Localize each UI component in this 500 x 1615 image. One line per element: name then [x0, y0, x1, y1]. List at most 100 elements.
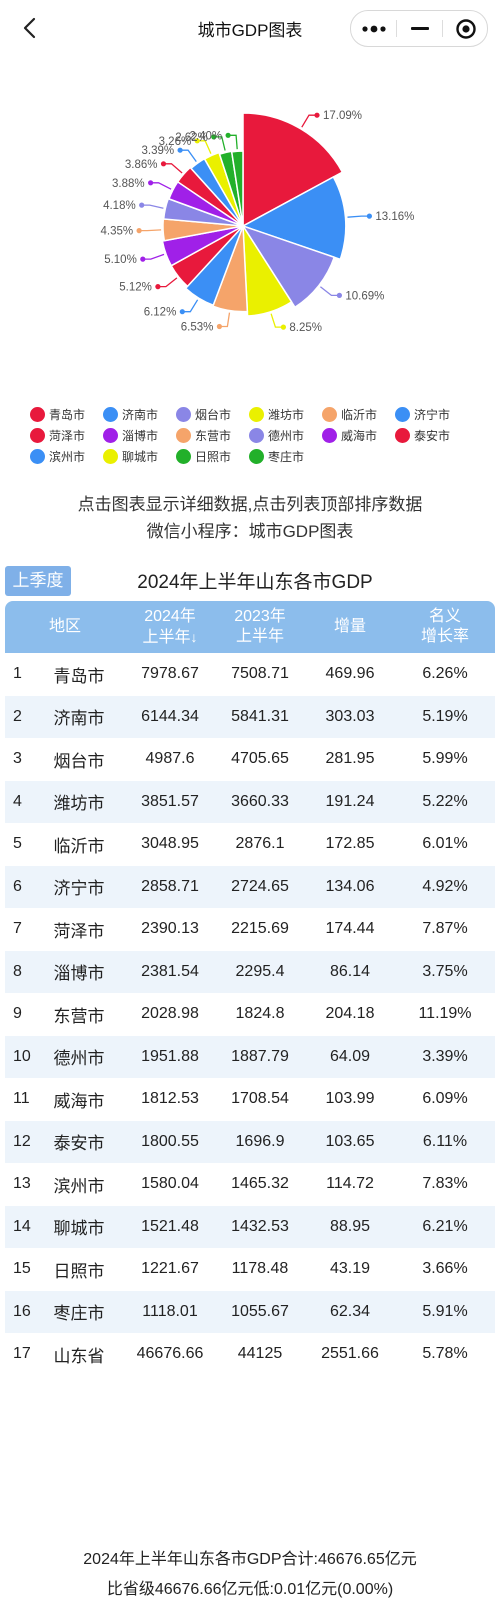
legend-item[interactable]: 德州市 [249, 427, 322, 444]
header-region-label: 地区 [48, 618, 81, 635]
legend-item[interactable]: 泰安市 [395, 427, 468, 444]
cell-city: 济宁市 [53, 879, 105, 899]
table-row[interactable]: 17 山东省 46676.66 44125 2551.66 5.78% [5, 1333, 495, 1376]
table-row[interactable]: 2 济南市 6144.34 5841.31 303.03 5.19% [5, 695, 495, 738]
previous-quarter-button[interactable]: 上季度 [5, 566, 71, 596]
header-2024[interactable]: 2024年 上半年↓ [125, 601, 215, 653]
leader-line [139, 229, 162, 232]
table-row[interactable]: 15 日照市 1221.67 1178.48 43.19 3.66% [5, 1248, 495, 1291]
cell-rate: 7.87% [422, 920, 468, 938]
legend-label: 东营市 [195, 429, 232, 443]
close-target-icon[interactable] [443, 11, 488, 46]
legend-item[interactable]: 东营市 [176, 427, 249, 444]
table-row[interactable]: 10 德州市 1951.88 1887.79 64.09 3.39% [5, 1035, 495, 1078]
legend-item[interactable]: 潍坊市 [249, 406, 322, 423]
cell-city: 威海市 [53, 1091, 105, 1111]
table-row[interactable]: 1 青岛市 7978.67 7508.71 469.96 6.26% [5, 653, 495, 696]
cell-rank: 9 [13, 1005, 22, 1023]
cell-city: 泰安市 [53, 1134, 105, 1154]
table-row[interactable]: 16 枣庄市 1118.01 1055.67 62.34 5.91% [5, 1290, 495, 1333]
legend-swatch [103, 428, 118, 443]
table-row[interactable]: 14 聊城市 1521.48 1432.53 88.95 6.21% [5, 1205, 495, 1248]
leader-dot [148, 180, 154, 186]
slice-label: 3.86% [125, 159, 158, 171]
legend-item[interactable]: 威海市 [322, 427, 395, 444]
page: 城市GDP图表 17.09% 13.16% 10.69% 8.25% 6.53% 6.12… [0, 0, 500, 1615]
header-2023-line1: 2023年 [234, 608, 286, 625]
leader-line [182, 299, 199, 313]
leader-line [142, 253, 165, 260]
more-icon[interactable] [351, 11, 396, 46]
table-row[interactable]: 7 菏泽市 2390.13 2215.69 174.44 7.87% [5, 908, 495, 951]
table-row[interactable]: 13 滨州市 1580.04 1465.32 114.72 7.83% [5, 1163, 495, 1206]
slice-label: 3.88% [112, 178, 145, 190]
cell-city: 山东省 [53, 1346, 105, 1366]
header-2023[interactable]: 2023年 上半年 [215, 601, 305, 653]
minimize-icon[interactable] [397, 11, 442, 46]
legend-label: 青岛市 [49, 408, 86, 422]
leader-dot [139, 202, 145, 208]
cell-v2024: 7978.67 [141, 665, 199, 683]
legend-item[interactable]: 枣庄市 [249, 448, 322, 465]
table-row[interactable]: 11 威海市 1812.53 1708.54 103.99 6.09% [5, 1078, 495, 1121]
legend-label: 淄博市 [122, 429, 159, 443]
leader-dot [314, 112, 320, 118]
legend-item[interactable]: 临沂市 [322, 406, 395, 423]
leader-line [319, 286, 340, 297]
cell-inc: 64.09 [329, 1047, 371, 1065]
cell-v2023: 1055.67 [231, 1302, 289, 1320]
cell-v2024: 1951.88 [141, 1047, 199, 1065]
header-region[interactable]: 地区 [5, 601, 125, 653]
cell-v2023: 2215.69 [231, 920, 289, 938]
table-row[interactable]: 4 潍坊市 3851.57 3660.33 191.24 5.22% [5, 780, 495, 823]
cell-rank: 6 [13, 877, 22, 895]
cell-city: 滨州市 [53, 1176, 105, 1196]
cell-v2023: 5841.31 [231, 707, 289, 725]
legend-item[interactable]: 青岛市 [30, 406, 103, 423]
cell-rank: 15 [13, 1260, 31, 1278]
cell-v2024: 3048.95 [141, 835, 199, 853]
header-growth-rate[interactable]: 名义 增长率 [395, 601, 495, 653]
header-2024-line1: 2024年 [144, 607, 196, 625]
table-row[interactable]: 6 济宁市 2858.71 2724.65 134.06 4.92% [5, 865, 495, 908]
pie-chart[interactable]: 17.09% 13.16% 10.69% 8.25% 6.53% 6.12% 5.12% 5.… [0, 56, 500, 402]
header-increase[interactable]: 增量 [305, 601, 395, 653]
cell-v2024: 6144.34 [141, 707, 199, 725]
cell-v2023: 3660.33 [231, 792, 289, 810]
table-row[interactable]: 9 东营市 2028.98 1824.8 204.18 11.19% [5, 993, 495, 1036]
legend-swatch [395, 407, 410, 422]
leader-dot [225, 132, 231, 138]
leader-dot [216, 323, 222, 330]
cell-city: 东营市 [53, 1006, 105, 1026]
cell-v2023: 1178.48 [231, 1260, 289, 1278]
cell-rank: 17 [13, 1345, 31, 1363]
leader-dot [160, 161, 167, 167]
cell-rate: 3.66% [422, 1260, 468, 1278]
legend-swatch [103, 449, 118, 464]
legend-item[interactable]: 滨州市 [30, 448, 103, 465]
legend-item[interactable]: 日照市 [176, 448, 249, 465]
cell-inc: 303.03 [325, 707, 375, 725]
legend-item[interactable]: 聊城市 [103, 448, 176, 465]
legend-item[interactable]: 淄博市 [103, 427, 176, 444]
legend-item[interactable]: 菏泽市 [30, 427, 103, 444]
legend-label: 德州市 [268, 429, 305, 443]
cell-v2024: 46676.66 [136, 1345, 204, 1363]
table-row[interactable]: 5 临沂市 3048.95 2876.1 172.85 6.01% [5, 823, 495, 866]
slice-label: 2.40% [189, 130, 222, 142]
header-increase-label: 增量 [333, 618, 366, 635]
legend-label: 菏泽市 [49, 429, 86, 443]
legend-label: 济南市 [122, 408, 159, 422]
cell-rate: 6.26% [422, 665, 468, 683]
table-row[interactable]: 3 烟台市 4987.6 4705.65 281.95 5.99% [5, 738, 495, 781]
cell-rate: 6.11% [422, 1132, 468, 1150]
cell-inc: 469.96 [325, 665, 375, 683]
table-row[interactable]: 8 淄博市 2381.54 2295.4 86.14 3.75% [5, 950, 495, 993]
legend-item[interactable]: 济南市 [103, 406, 176, 423]
table-row[interactable]: 12 泰安市 1800.55 1696.9 103.65 6.11% [5, 1120, 495, 1163]
legend-item[interactable]: 济宁市 [395, 406, 468, 423]
cell-city: 烟台市 [53, 751, 105, 771]
legend-label: 临沂市 [341, 408, 378, 422]
cell-inc: 114.72 [326, 1175, 374, 1193]
legend-item[interactable]: 烟台市 [176, 406, 249, 423]
